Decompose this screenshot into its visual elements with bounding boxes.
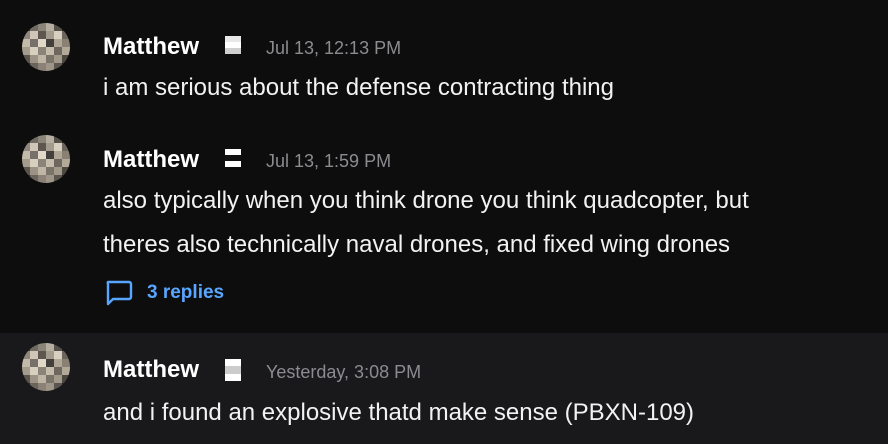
author-name[interactable]: Matthew [103, 33, 199, 61]
message-timestamp[interactable]: Jul 13, 1:59 PM [266, 151, 391, 172]
message-timestamp[interactable]: Yesterday, 3:08 PM [266, 362, 421, 383]
flag-icon [225, 359, 241, 381]
message-text-line: and i found an explosive thatd make sens… [103, 399, 695, 426]
flag-icon [225, 149, 241, 167]
user-avatar[interactable] [22, 23, 70, 71]
thread-replies-link[interactable]: 3 replies [104, 280, 224, 306]
chat-bubble-icon [106, 280, 133, 306]
message[interactable]: Matthew Jul 13, 12:13 PM i am serious ab… [0, 0, 888, 120]
message[interactable]: Matthew Yesterday, 3:08 PM and i found a… [0, 333, 888, 444]
author-name[interactable]: Matthew [103, 356, 199, 384]
user-avatar[interactable] [22, 343, 70, 391]
flag-icon [225, 36, 241, 54]
replies-count[interactable]: 3 replies [147, 282, 224, 304]
message-text-line: theres also technically naval drones, an… [103, 231, 731, 258]
author-name[interactable]: Matthew [103, 146, 199, 174]
message-text-line: also typically when you think drone you … [103, 187, 749, 214]
message-feed: Matthew Jul 13, 12:13 PM i am serious ab… [0, 0, 888, 444]
message[interactable]: Matthew Jul 13, 1:59 PM also typically w… [0, 120, 888, 333]
message-timestamp[interactable]: Jul 13, 12:13 PM [266, 38, 401, 59]
user-avatar[interactable] [22, 135, 70, 183]
message-text-line: i am serious about the defense contracti… [103, 74, 614, 101]
